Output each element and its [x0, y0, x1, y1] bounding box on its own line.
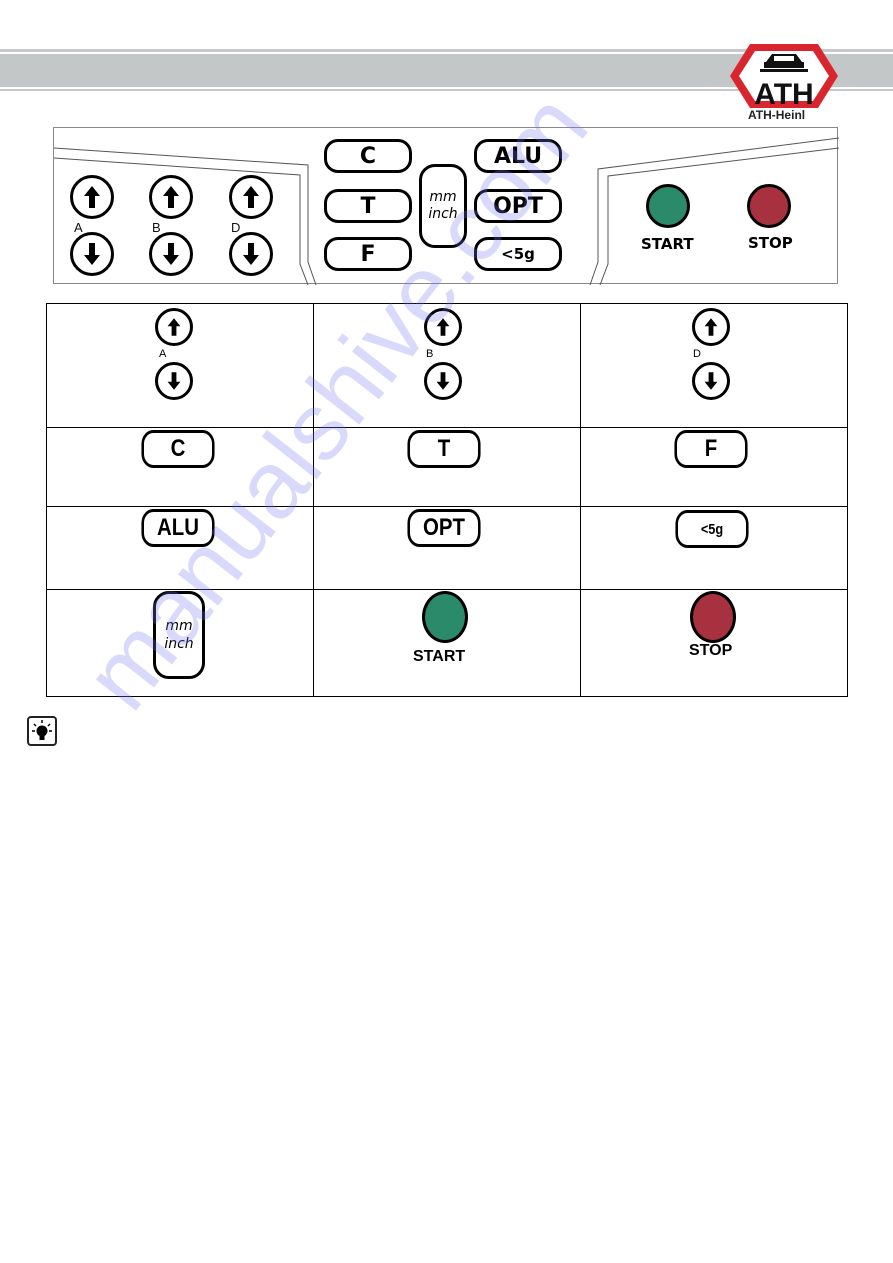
table-row: A B D [46, 303, 848, 428]
key-alu-icon: ALU [141, 509, 215, 547]
axis-b-down-button[interactable] [149, 232, 193, 276]
start-label: START [641, 235, 694, 253]
unit-inch-label: inch [164, 636, 194, 652]
axis-d-down-icon [692, 362, 730, 400]
unit-toggle-icon: mm inch [153, 591, 205, 679]
table-cell-start: START [313, 589, 581, 697]
logo-letters: ATH [754, 78, 813, 111]
table-cell-axis-d: D [580, 303, 848, 428]
control-panel: A B D C T F mm inch ALU OPT <5g START ST… [53, 127, 839, 285]
axis-a-up-button[interactable] [70, 175, 114, 219]
arrow-up-icon [436, 318, 450, 336]
table-cell-axis-a: A [46, 303, 314, 428]
table-cell-key-t: T [313, 427, 581, 507]
start-lamp-icon [422, 591, 468, 643]
stop-lamp-icon [690, 591, 736, 643]
table-cell-key-alu: ALU [46, 506, 314, 590]
brand-name: ATH-Heinl [748, 108, 806, 122]
table-cell-stop: STOP [580, 589, 848, 697]
key-t-button[interactable]: T [324, 189, 412, 223]
arrow-down-icon [163, 243, 179, 265]
axis-a-down-icon [155, 362, 193, 400]
unit-mm-label: mm [165, 618, 193, 634]
axis-a-down-button[interactable] [70, 232, 114, 276]
tip-box [27, 716, 57, 746]
key-f-icon: F [674, 430, 748, 468]
stop-button[interactable] [747, 184, 791, 228]
key-c-button[interactable]: C [324, 139, 412, 173]
key-f-button[interactable]: F [324, 237, 412, 271]
axis-d-label: D [231, 220, 241, 235]
arrow-up-icon [704, 318, 718, 336]
arrow-down-icon [436, 372, 450, 390]
stop-label: STOP [748, 234, 793, 252]
key-c-icon: C [141, 430, 215, 468]
start-label: START [413, 648, 466, 665]
arrow-down-icon [84, 243, 100, 265]
key-under-5g-icon: <5g [675, 510, 749, 548]
axis-d-down-button[interactable] [229, 232, 273, 276]
axis-d-up-button[interactable] [229, 175, 273, 219]
table-cell-unit: mm inch [46, 589, 314, 697]
arrow-down-icon [243, 243, 259, 265]
axis-b-label: B [152, 220, 161, 235]
key-t-icon: T [407, 430, 481, 468]
table-row: C T F [46, 427, 848, 507]
lightbulb-icon [32, 720, 52, 740]
arrow-down-icon [167, 372, 181, 390]
table-cell-key-c: C [46, 427, 314, 507]
table-row: mm inch START STOP [46, 589, 848, 697]
key-alu-button[interactable]: ALU [474, 139, 562, 173]
axis-a-up-icon [155, 308, 193, 346]
axis-d-up-icon [692, 308, 730, 346]
arrow-up-icon [243, 186, 259, 208]
axis-a-label: A [74, 220, 83, 235]
arrow-up-icon [163, 186, 179, 208]
table-cell-key-f: F [580, 427, 848, 507]
unit-mm-label: mm [429, 189, 457, 205]
table-cell-axis-b: B [313, 303, 581, 428]
key-under-5g-button[interactable]: <5g [474, 237, 562, 271]
stop-label: STOP [689, 642, 733, 659]
arrow-up-icon [84, 186, 100, 208]
table-row: ALU OPT <5g [46, 506, 848, 590]
table-cell-key-under-5g: <5g [580, 506, 848, 590]
arrow-up-icon [167, 318, 181, 336]
table-cell-key-opt: OPT [313, 506, 581, 590]
axis-a-label: A [159, 348, 167, 360]
button-legend-table: A B D C T F ALU OPT <5g mm inch START ST… [46, 303, 848, 697]
axis-b-up-button[interactable] [149, 175, 193, 219]
unit-inch-label: inch [428, 206, 458, 222]
arrow-down-icon [704, 372, 718, 390]
key-opt-button[interactable]: OPT [474, 189, 562, 223]
unit-toggle-button[interactable]: mm inch [419, 164, 467, 248]
axis-b-up-icon [424, 308, 462, 346]
axis-b-down-icon [424, 362, 462, 400]
key-opt-icon: OPT [407, 509, 481, 547]
axis-b-label: B [426, 348, 434, 360]
start-button[interactable] [646, 184, 690, 228]
axis-d-label: D [693, 348, 701, 360]
